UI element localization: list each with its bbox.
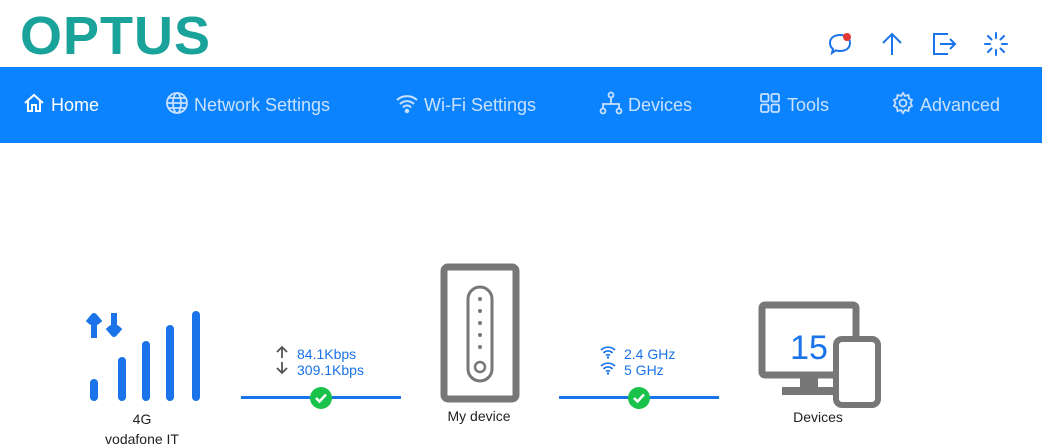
wifi-band-1: 2.4 GHz bbox=[600, 345, 675, 362]
nav-item-tools[interactable]: Tools bbox=[758, 67, 829, 143]
devices-count[interactable]: 15 bbox=[786, 329, 832, 368]
my-device-label: My device bbox=[447, 408, 511, 424]
nav-item-label: Tools bbox=[787, 94, 830, 115]
devices-label: Devices bbox=[793, 409, 843, 425]
signal-strength-icon[interactable] bbox=[85, 311, 206, 401]
logout-icon[interactable] bbox=[930, 30, 958, 58]
wifi-icon bbox=[395, 91, 419, 120]
optus-logo[interactable]: OPTUS bbox=[20, 6, 211, 66]
download-rate-value: 309.1Kbps bbox=[297, 361, 364, 378]
nav-item-label: Advanced bbox=[920, 94, 1001, 115]
wifi-band-1-label: 2.4 GHz bbox=[624, 345, 676, 362]
upload-rate-value: 84.1Kbps bbox=[297, 345, 357, 362]
upload-icon[interactable] bbox=[878, 30, 906, 58]
chat-icon[interactable] bbox=[826, 30, 854, 58]
nav-item-wifi-settings[interactable]: Wi-Fi Settings bbox=[395, 67, 536, 143]
nav-item-network-settings[interactable]: Network Settings bbox=[165, 67, 330, 143]
nav-item-devices[interactable]: Devices bbox=[599, 67, 692, 143]
network-operator: vodafone IT bbox=[105, 431, 179, 447]
network-icon bbox=[599, 91, 623, 120]
wifi-band-2-label: 5 GHz bbox=[624, 361, 664, 378]
nav-item-advanced[interactable]: Advanced bbox=[891, 67, 1000, 143]
wifi-icon bbox=[600, 361, 616, 378]
download-rate: 309.1Kbps bbox=[275, 361, 364, 378]
status-panel: 4G vodafone IT 84.1Kbps 309.1Kbps My dev… bbox=[0, 143, 1042, 447]
globe-icon bbox=[165, 91, 189, 120]
nav-item-label: Home bbox=[51, 94, 100, 115]
loading-icon bbox=[982, 30, 1010, 58]
upload-rate: 84.1Kbps bbox=[275, 345, 356, 362]
arrow-down-icon bbox=[275, 361, 289, 378]
nav-item-home[interactable]: Home bbox=[22, 67, 99, 143]
arrow-up-icon bbox=[275, 345, 289, 362]
check-icon bbox=[310, 387, 332, 409]
gear-icon bbox=[891, 90, 915, 120]
network-type: 4G bbox=[132, 411, 152, 427]
wifi-icon bbox=[600, 345, 616, 362]
nav-item-label: Devices bbox=[628, 94, 693, 115]
nav-item-label: Network Settings bbox=[194, 94, 331, 115]
grid-icon bbox=[758, 91, 782, 120]
router-icon[interactable] bbox=[440, 263, 520, 403]
header: OPTUS bbox=[0, 0, 1042, 67]
home-icon bbox=[22, 91, 46, 120]
check-icon bbox=[628, 387, 650, 409]
nav-item-label: Wi-Fi Settings bbox=[424, 94, 537, 115]
main-nav: Home Network Settings Wi-Fi Settings Dev… bbox=[0, 67, 1042, 143]
wifi-band-2: 5 GHz bbox=[600, 361, 664, 378]
